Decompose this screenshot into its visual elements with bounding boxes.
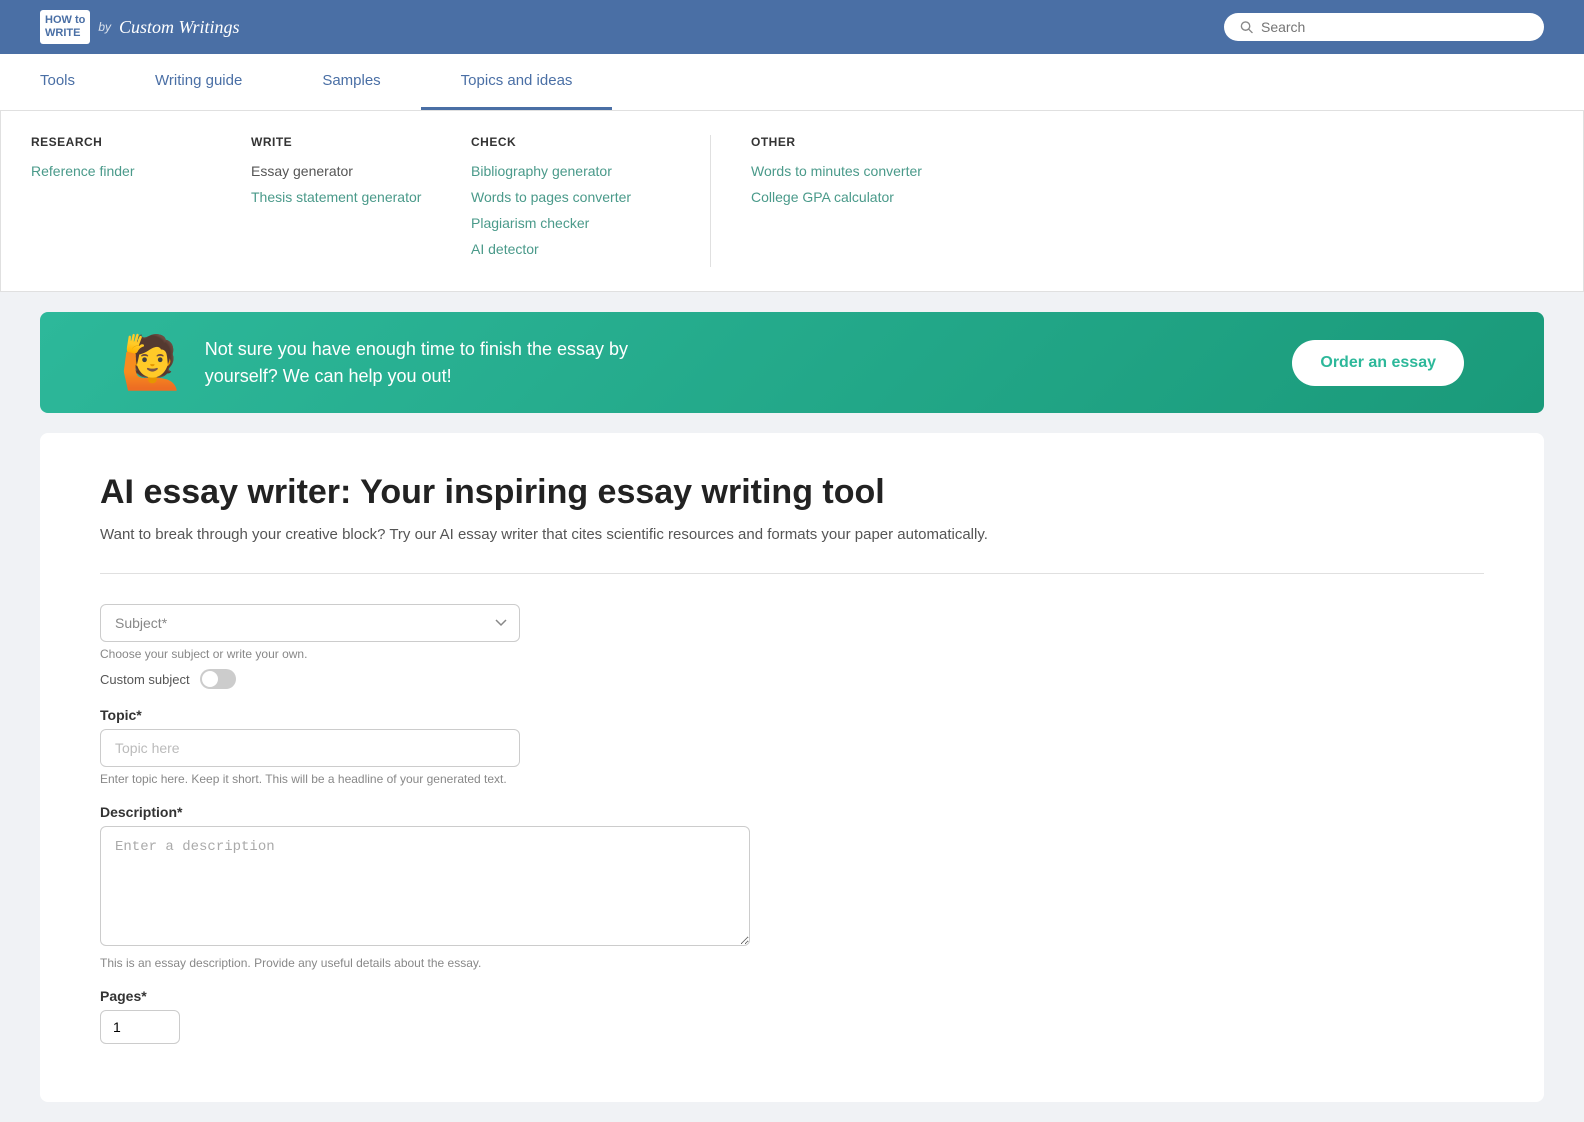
topic-hint: Enter topic here. Keep it short. This wi… xyxy=(100,772,1484,786)
custom-subject-label: Custom subject xyxy=(100,672,190,687)
nav: Tools Writing guide Samples Topics and i… xyxy=(0,54,1584,111)
description-textarea[interactable] xyxy=(100,826,750,946)
topic-label: Topic* xyxy=(100,707,1484,723)
check-col: CHECK Bibliography generator Words to pa… xyxy=(471,135,711,267)
search-box[interactable] xyxy=(1224,13,1544,41)
nav-item-samples[interactable]: Samples xyxy=(282,54,420,110)
other-section-title: OTHER xyxy=(751,135,971,149)
topic-input[interactable] xyxy=(100,729,520,767)
research-col: RESEARCH Reference finder xyxy=(31,135,211,267)
bibliography-generator-link[interactable]: Bibliography generator xyxy=(471,163,670,179)
search-icon xyxy=(1240,20,1253,34)
reference-finder-link[interactable]: Reference finder xyxy=(31,163,211,179)
custom-subject-toggle[interactable] xyxy=(200,669,236,689)
search-input[interactable] xyxy=(1261,19,1528,35)
logo-icon: HOW to WRITE xyxy=(40,10,90,44)
description-hint: This is an essay description. Provide an… xyxy=(100,956,1484,970)
pages-input[interactable] xyxy=(100,1010,180,1044)
thesis-statement-generator-link[interactable]: Thesis statement generator xyxy=(251,189,431,205)
description-label: Description* xyxy=(100,804,1484,820)
nav-item-writing-guide[interactable]: Writing guide xyxy=(115,54,282,110)
custom-subject-row: Custom subject xyxy=(100,669,520,689)
banner-left: 🙋 Not sure you have enough time to finis… xyxy=(120,332,705,393)
main-content: AI essay writer: Your inspiring essay wr… xyxy=(40,433,1544,1102)
college-gpa-calculator-link[interactable]: College GPA calculator xyxy=(751,189,971,205)
banner: 🙋 Not sure you have enough time to finis… xyxy=(40,312,1544,413)
write-col: WRITE Essay generator Thesis statement g… xyxy=(251,135,431,267)
essay-generator-link[interactable]: Essay generator xyxy=(251,163,431,179)
nav-item-topics-ideas[interactable]: Topics and ideas xyxy=(421,54,613,110)
banner-emoji: 🙋 xyxy=(120,332,185,393)
nav-item-tools[interactable]: Tools xyxy=(0,54,115,110)
write-section-title: WRITE xyxy=(251,135,431,149)
other-col: OTHER Words to minutes converter College… xyxy=(751,135,971,267)
order-essay-button[interactable]: Order an essay xyxy=(1292,340,1464,386)
ai-detector-link[interactable]: AI detector xyxy=(471,241,670,257)
pages-field: Pages* xyxy=(100,988,1484,1044)
subject-field: Subject* Choose your subject or write yo… xyxy=(100,604,520,689)
words-to-minutes-converter-link[interactable]: Words to minutes converter xyxy=(751,163,971,179)
logo-brand: Custom Writings xyxy=(119,17,240,38)
page-subtitle: Want to break through your creative bloc… xyxy=(100,526,1484,543)
pages-label: Pages* xyxy=(100,988,1484,1004)
research-section-title: RESEARCH xyxy=(31,135,211,149)
description-field: Description* This is an essay descriptio… xyxy=(100,804,1484,970)
words-to-pages-converter-link[interactable]: Words to pages converter xyxy=(471,189,670,205)
subject-select[interactable]: Subject* xyxy=(100,604,520,642)
check-section-title: CHECK xyxy=(471,135,670,149)
page-title: AI essay writer: Your inspiring essay wr… xyxy=(100,473,1484,512)
logo: HOW to WRITE by Custom Writings xyxy=(40,10,240,44)
logo-by: by xyxy=(98,20,111,34)
form-divider xyxy=(100,573,1484,574)
plagiarism-checker-link[interactable]: Plagiarism checker xyxy=(471,215,670,231)
topic-field: Topic* Enter topic here. Keep it short. … xyxy=(100,707,1484,786)
header: HOW to WRITE by Custom Writings xyxy=(0,0,1584,54)
dropdown-menu: RESEARCH Reference finder WRITE Essay ge… xyxy=(0,111,1584,292)
banner-text: Not sure you have enough time to finish … xyxy=(205,336,705,390)
subject-hint: Choose your subject or write your own. xyxy=(100,647,520,661)
